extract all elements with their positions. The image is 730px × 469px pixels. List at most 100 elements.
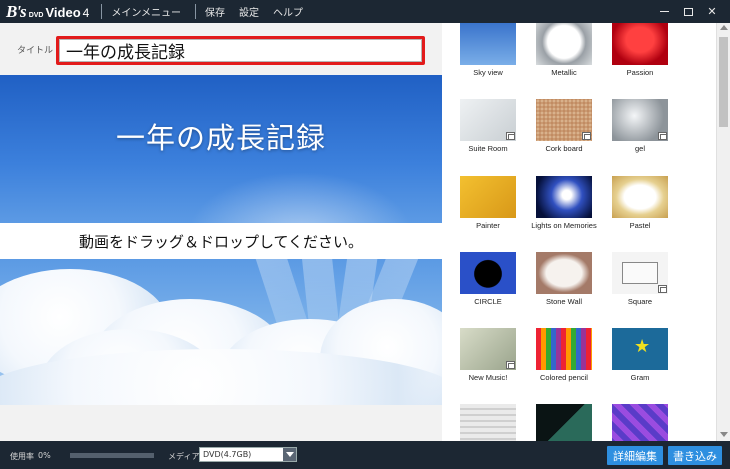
theme-item[interactable]: Stone Wall bbox=[526, 252, 602, 328]
theme-label: Sky view bbox=[473, 68, 503, 77]
media-value: DVD(4.7GB) bbox=[203, 450, 252, 459]
logo-video: Video bbox=[45, 4, 81, 20]
close-button[interactable]: ✕ bbox=[700, 0, 724, 23]
theme-item[interactable] bbox=[526, 404, 602, 441]
theme-item[interactable]: CIRCLE bbox=[450, 252, 526, 328]
app-logo: B's DVD Video 4 bbox=[0, 2, 89, 22]
theme-item[interactable]: Pastel bbox=[602, 176, 678, 252]
scroll-up-icon[interactable] bbox=[720, 25, 728, 30]
chevron-down-icon[interactable] bbox=[283, 448, 296, 461]
theme-thumbnail bbox=[612, 404, 668, 441]
theme-item[interactable]: Painter bbox=[450, 176, 526, 252]
media-select[interactable]: DVD(4.7GB) bbox=[199, 447, 297, 462]
theme-item[interactable]: ★ Gram bbox=[602, 328, 678, 404]
editor-footer-area bbox=[0, 405, 442, 441]
theme-thumbnail bbox=[460, 176, 516, 218]
maximize-button[interactable] bbox=[676, 0, 700, 23]
scroll-thumb[interactable] bbox=[719, 37, 728, 127]
theme-thumbnail bbox=[612, 99, 668, 141]
usage-label: 使用率 bbox=[10, 452, 34, 461]
theme-thumbnail bbox=[612, 252, 668, 294]
theme-label: gel bbox=[634, 144, 645, 153]
theme-label: Square bbox=[627, 297, 653, 306]
theme-thumbnail bbox=[612, 176, 668, 218]
menu-preview[interactable]: 一年の成長記録 動画をドラッグ＆ドロップしてください。 bbox=[0, 75, 442, 405]
drop-zone[interactable]: 動画をドラッグ＆ドロップしてください。 bbox=[0, 223, 442, 259]
detail-edit-button[interactable]: 詳細編集 bbox=[607, 446, 663, 465]
theme-item[interactable]: New Music! bbox=[450, 328, 526, 404]
theme-thumbnail bbox=[536, 328, 592, 370]
theme-label: Painter bbox=[476, 221, 500, 230]
theme-item[interactable]: Cork board bbox=[526, 99, 602, 175]
multi-page-icon bbox=[506, 132, 515, 140]
theme-thumbnail bbox=[460, 404, 516, 441]
title-input-highlight bbox=[56, 36, 425, 65]
multi-page-icon bbox=[506, 361, 515, 369]
theme-label: Gram bbox=[630, 373, 650, 382]
app-window: B's DVD Video 4 メインメニュー 保存 設定 ヘルプ ✕ タイトル… bbox=[0, 0, 730, 469]
theme-item[interactable] bbox=[450, 404, 526, 441]
theme-label: Cork board bbox=[545, 144, 583, 153]
logo-mark: B's bbox=[6, 1, 27, 21]
media-label: メディア bbox=[168, 452, 200, 461]
minimize-button[interactable] bbox=[652, 0, 676, 23]
theme-thumbnail bbox=[460, 99, 516, 141]
maximize-icon bbox=[683, 7, 693, 16]
theme-label: Pastel bbox=[629, 221, 651, 230]
burn-button[interactable]: 書き込み bbox=[668, 446, 722, 465]
theme-thumbnail bbox=[460, 23, 516, 65]
theme-item[interactable]: Passion bbox=[602, 23, 678, 99]
menu-settings[interactable]: 設定 bbox=[239, 4, 259, 19]
multi-page-icon bbox=[582, 132, 591, 140]
close-icon: ✕ bbox=[707, 5, 717, 18]
theme-label: Stone Wall bbox=[546, 297, 582, 306]
theme-thumbnail bbox=[536, 252, 592, 294]
menu-save[interactable]: 保存 bbox=[205, 4, 225, 19]
minimize-icon bbox=[659, 11, 669, 12]
multi-page-icon bbox=[658, 132, 667, 140]
theme-thumbnail bbox=[536, 404, 592, 441]
title-row: タイトル bbox=[0, 23, 442, 75]
theme-label: New Music! bbox=[468, 373, 508, 382]
theme-thumbnail bbox=[460, 328, 516, 370]
theme-thumbnail bbox=[536, 176, 592, 218]
logo-dvd: DVD bbox=[28, 11, 44, 19]
theme-item[interactable]: Suite Room bbox=[450, 99, 526, 175]
theme-item[interactable]: Metallic bbox=[526, 23, 602, 99]
usage-percent: 0% bbox=[38, 451, 51, 460]
theme-item[interactable]: Sky view bbox=[450, 23, 526, 99]
theme-thumbnail bbox=[460, 252, 516, 294]
theme-label: Passion bbox=[626, 68, 654, 77]
theme-label: Lights on Memories bbox=[531, 221, 597, 230]
theme-item[interactable]: Lights on Memories bbox=[526, 176, 602, 252]
sky-image bbox=[0, 259, 442, 405]
theme-label: Colored pencil bbox=[540, 373, 588, 382]
gallery-scrollbar[interactable] bbox=[716, 23, 730, 441]
theme-item[interactable]: gel bbox=[602, 99, 678, 175]
menu-main-menu[interactable]: メインメニュー bbox=[111, 4, 181, 19]
theme-item[interactable]: Colored pencil bbox=[526, 328, 602, 404]
divider bbox=[101, 4, 103, 19]
theme-thumbnail bbox=[612, 23, 668, 65]
multi-page-icon bbox=[658, 285, 667, 293]
theme-gallery: Sky view Metallic Passion Suite Room Cork bo… bbox=[442, 23, 730, 441]
divider bbox=[195, 4, 197, 19]
theme-thumbnail: ★ bbox=[612, 328, 668, 370]
usage-progress-bar bbox=[70, 453, 154, 458]
window-controls: ✕ bbox=[652, 0, 724, 23]
title-bar: B's DVD Video 4 メインメニュー 保存 設定 ヘルプ ✕ bbox=[0, 0, 730, 23]
title-label: タイトル bbox=[17, 46, 54, 56]
preview-title: 一年の成長記録 bbox=[115, 121, 326, 155]
scroll-down-icon[interactable] bbox=[720, 432, 728, 437]
title-input[interactable] bbox=[59, 39, 422, 62]
drop-hint: 動画をドラッグ＆ドロップしてください。 bbox=[78, 232, 364, 251]
status-bar: 使用率 0% メディア DVD(4.7GB) 詳細編集 書き込み bbox=[0, 441, 730, 469]
theme-label: CIRCLE bbox=[474, 297, 502, 306]
theme-item[interactable] bbox=[602, 404, 678, 441]
theme-thumbnail bbox=[536, 23, 592, 65]
logo-version: 4 bbox=[82, 5, 90, 20]
menu-help[interactable]: ヘルプ bbox=[273, 4, 303, 19]
theme-label: Metallic bbox=[551, 68, 577, 77]
editor-panel: タイトル 一年の成長記録 動画をドラッグ＆ドロップしてください。 bbox=[0, 23, 442, 441]
theme-item[interactable]: Square bbox=[602, 252, 678, 328]
